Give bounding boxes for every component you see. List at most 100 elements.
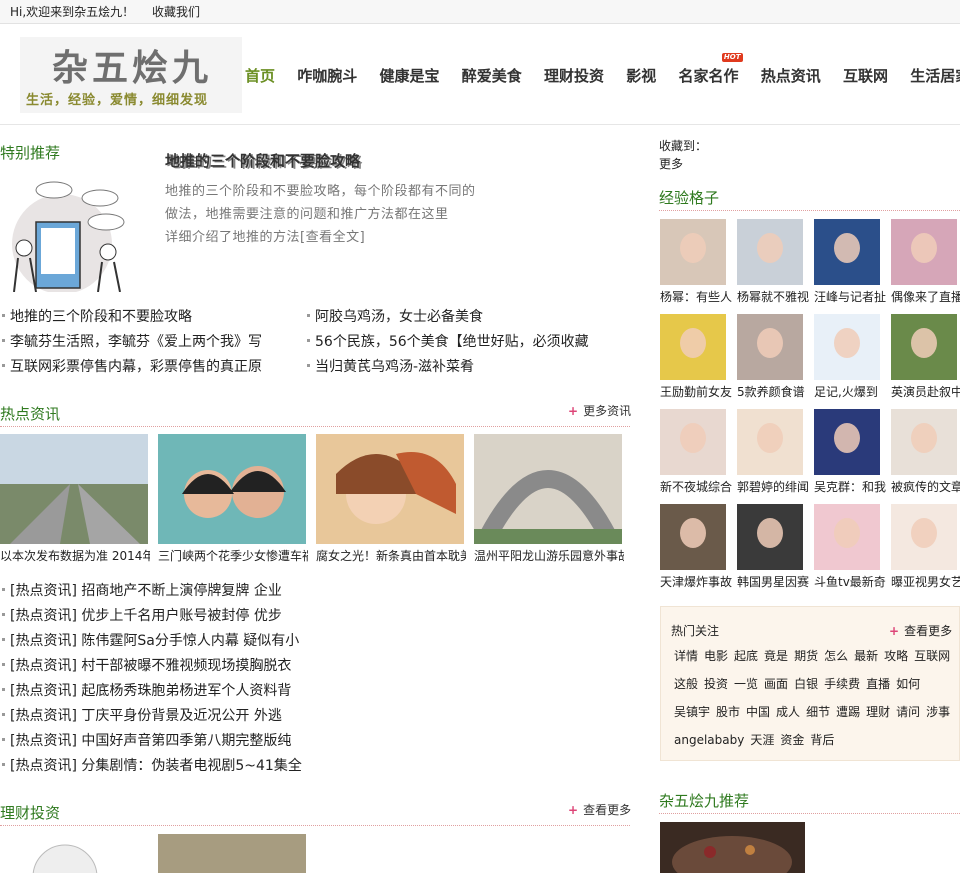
tag-link[interactable]: 白银 [794,677,818,691]
news-thumb[interactable] [158,434,306,544]
site-logo[interactable]: 杂五烩九 生活，经验，爱情，细细发现 [20,37,242,113]
news-thumb-caption[interactable]: 三门峡两个花季少女惨遭车祸 [158,547,308,564]
hot-news-headline[interactable]: [热点资讯] 中国好声音第四季第八期完整版纯 [1,730,291,750]
tag-link[interactable]: 如何 [896,677,920,691]
nav-item-home-life[interactable]: 生活居家 [910,65,960,86]
tag-link[interactable]: 背后 [810,733,834,747]
jingyan-caption[interactable]: 王励勤前女友 [660,383,732,400]
featured-illustration[interactable] [10,180,130,292]
jingyan-thumb[interactable] [814,219,880,285]
jingyan-caption[interactable]: 曝亚视男女艺 [891,573,960,590]
jingyan-caption[interactable]: 英演员赴叙中 [891,383,960,400]
jingyan-caption[interactable]: 杨幂：有些人 [660,288,732,305]
tag-link[interactable]: 遭踢 [836,705,860,719]
tag-link[interactable]: 细节 [806,705,830,719]
hot-news-headline[interactable]: [热点资讯] 村干部被曝不雅视频现场摸胸脱衣 [1,655,291,675]
tag-link[interactable]: 画面 [764,677,788,691]
jingyan-thumb[interactable] [814,314,880,380]
nav-item-zaka[interactable]: 咋咖腕斗 [297,65,357,86]
jingyan-caption[interactable]: 吴克群：和我 [814,478,886,495]
tag-link[interactable]: 详情 [674,649,698,663]
jingyan-caption[interactable]: 足记,火爆到 [814,383,886,400]
tag-link[interactable]: 起底 [734,649,758,663]
jingyan-thumb[interactable] [891,314,957,380]
tag-link[interactable]: 这般 [674,677,698,691]
jingyan-thumb[interactable] [660,219,726,285]
finance-thumb[interactable] [158,834,306,873]
tag-link[interactable]: 中国 [746,705,770,719]
featured-link[interactable]: 李毓芬生活照，李毓芬《爱上两个我》写 [2,331,262,351]
hot-news-more-link[interactable]: 更多资讯 [568,402,631,419]
nav-item-finance[interactable]: 理财投资 [544,65,604,86]
finance-more-link[interactable]: 查看更多 [568,801,631,818]
featured-link[interactable]: 56个民族，56个美食【绝世好贴，必须收藏 [307,331,589,351]
nav-item-movies[interactable]: 影视 [626,65,656,86]
jingyan-thumb[interactable] [891,409,957,475]
tag-link[interactable]: 天涯 [750,733,774,747]
featured-link[interactable]: 互联网彩票停售内幕，彩票停售的真正原 [2,356,262,376]
featured-excerpt-line[interactable]: 详细介绍了地推的方法[查看全文] [165,226,365,245]
hot-news-headline[interactable]: [热点资讯] 陈伟霆阿Sa分手惊人内幕 疑似有小 [1,630,299,650]
share-more-link[interactable]: 更多 [659,155,683,172]
jingyan-thumb[interactable] [891,504,957,570]
hot-news-headline[interactable]: [热点资讯] 起底杨秀珠胞弟杨进军个人资料背 [1,680,291,700]
finance-thumb[interactable] [30,842,100,873]
recommend-thumb[interactable] [660,822,805,873]
jingyan-thumb[interactable] [660,504,726,570]
tag-link[interactable]: angelababy [674,733,744,747]
hot-news-headline[interactable]: [热点资讯] 丁庆平身份背景及近况公开 外逃 [2,705,282,725]
jingyan-thumb[interactable] [814,504,880,570]
jingyan-thumb[interactable] [737,504,803,570]
hot-news-headline[interactable]: [热点资讯] 优步上千名用户账号被封停 优步 [2,605,282,625]
jingyan-caption[interactable]: 5款养颜食谱 [737,383,809,400]
jingyan-caption[interactable]: 偶像来了直播 [891,288,960,305]
featured-link[interactable]: 阿胶乌鸡汤，女士必备美食 [307,306,483,326]
jingyan-thumb[interactable] [737,409,803,475]
tag-link[interactable]: 怎么 [824,649,848,663]
news-thumb[interactable] [474,434,622,544]
featured-link[interactable]: 当归黄芪乌鸡汤-滋补菜肴 [306,356,474,376]
news-thumb-caption[interactable]: 温州平阳龙山游乐园意外事故 [474,547,624,564]
news-thumb-caption[interactable]: 以本次发布数据为准 2014年 [0,547,150,564]
jingyan-caption[interactable]: 杨幂就不雅视 [737,288,809,305]
bookmark-link[interactable]: 收藏我们 [152,5,200,19]
news-thumb-caption[interactable]: 腐女之光！新条真由首本耽美 [316,547,466,564]
tag-link[interactable]: 吴镇宇 [674,705,710,719]
jingyan-caption[interactable]: 汪峰与记者扯 [814,288,886,305]
nav-item-home[interactable]: 首页 [245,65,275,86]
jingyan-thumb[interactable] [737,219,803,285]
nav-item-hot-news[interactable]: 热点资讯 [761,65,821,86]
tag-link[interactable]: 竟是 [764,649,788,663]
tag-link[interactable]: 成人 [776,705,800,719]
nav-item-internet[interactable]: 互联网 [843,65,888,86]
tag-link[interactable]: 请问 [896,705,920,719]
nav-item-health[interactable]: 健康是宝 [380,65,440,86]
hot-tags-more-link[interactable]: 查看更多 [889,622,952,639]
nav-item-famous-works[interactable]: 名家名作 HOT [679,53,743,86]
tag-link[interactable]: 期货 [794,649,818,663]
featured-link[interactable]: 地推的三个阶段和不要脸攻略 [2,306,192,326]
jingyan-caption[interactable]: 斗鱼tv最新奇 [814,573,886,590]
tag-link[interactable]: 投资 [704,677,728,691]
tag-link[interactable]: 攻略 [884,649,908,663]
jingyan-thumb[interactable] [660,409,726,475]
tag-link[interactable]: 股市 [716,705,740,719]
jingyan-thumb[interactable] [660,314,726,380]
nav-item-food[interactable]: 醉爱美食 [462,65,522,86]
news-thumb[interactable] [0,434,148,544]
jingyan-caption[interactable]: 新不夜城综合 [660,478,732,495]
tag-link[interactable]: 最新 [854,649,878,663]
tag-link[interactable]: 一览 [734,677,758,691]
jingyan-caption[interactable]: 天津爆炸事故 [660,573,732,590]
jingyan-caption[interactable]: 被疯传的文章 [891,478,960,495]
tag-link[interactable]: 资金 [780,733,804,747]
tag-link[interactable]: 直播 [866,677,890,691]
tag-link[interactable]: 电影 [704,649,728,663]
jingyan-thumb[interactable] [891,219,957,285]
jingyan-caption[interactable]: 韩国男星因赛 [737,573,809,590]
tag-link[interactable]: 互联网 [914,649,950,663]
news-thumb[interactable] [316,434,464,544]
hot-news-headline[interactable]: [热点资讯] 招商地产不断上演停牌复牌 企业 [2,580,282,600]
jingyan-thumb[interactable] [737,314,803,380]
tag-link[interactable]: 涉事 [926,705,950,719]
